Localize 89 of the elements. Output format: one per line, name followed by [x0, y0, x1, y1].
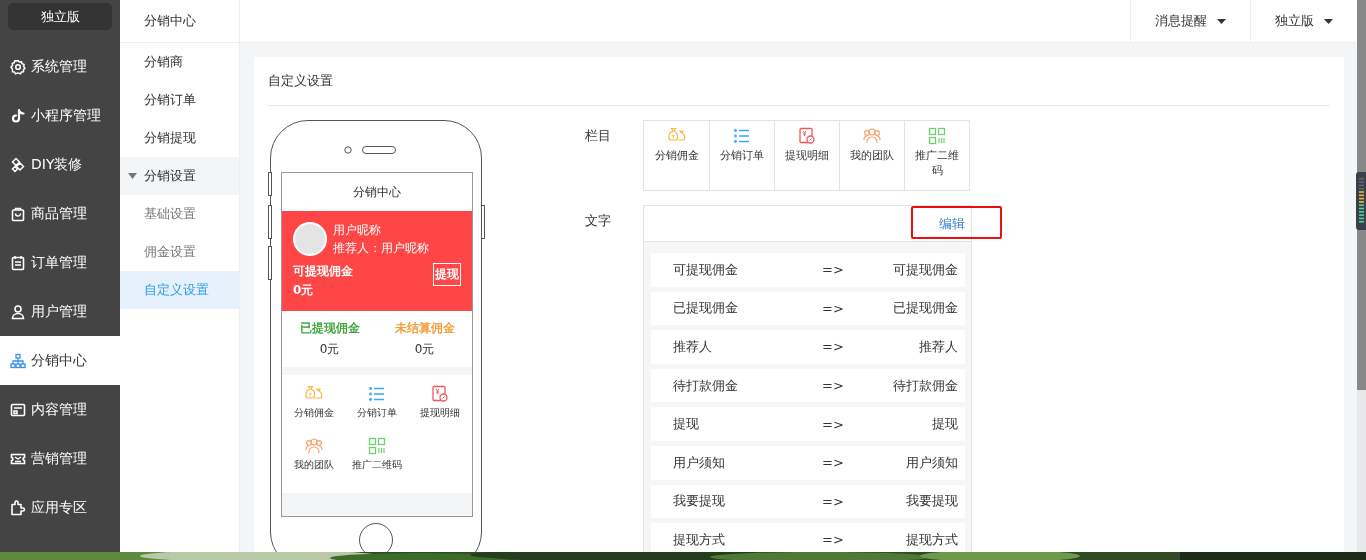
avatar [293, 222, 327, 256]
custom-text: 用户须知 [905, 453, 959, 472]
sidebar-item[interactable]: 商品管理 [0, 189, 120, 238]
original-text: 提现方式 [672, 530, 726, 549]
card-title: 自定义设置 [268, 57, 1330, 106]
screen-title: 分销中心 [282, 173, 472, 211]
custom-text: 推荐人 [918, 338, 959, 356]
submenu-item[interactable]: 基础设置 [120, 195, 239, 233]
sidebar-item[interactable]: 小程序管理 [0, 91, 120, 140]
original-text: 推荐人 [672, 338, 713, 356]
custom-text: 提现 [931, 415, 959, 434]
qr-code-icon [368, 437, 386, 455]
puzzle-icon [10, 499, 26, 516]
user-icon [10, 303, 26, 320]
org-chart-icon [10, 352, 26, 369]
camera-icon [344, 146, 352, 154]
submenu-item[interactable]: 分销提现 [120, 119, 239, 157]
custom-text: 已提现佣金 [892, 299, 959, 318]
field-label: 栏目 [585, 127, 612, 145]
gear-icon [10, 58, 26, 75]
sidebar-item[interactable]: DIY装修 [0, 140, 120, 189]
arrow-text: => [822, 455, 844, 471]
balance-label: 可提现佣金 [293, 263, 353, 280]
original-text: 用户须知 [672, 453, 726, 472]
menu-entry[interactable]: 分销订单 [345, 385, 409, 437]
arrow-text: => [822, 262, 844, 278]
sidebar-item[interactable]: 应用专区 [0, 483, 120, 532]
arrow-text: => [822, 532, 844, 548]
caret-icon [128, 173, 137, 179]
submenu-group[interactable]: 分销设置 [120, 157, 239, 195]
stat-value: 0元 [319, 341, 340, 358]
menu-entry[interactable]: 分销佣金 [282, 385, 346, 437]
column-entry[interactable]: 分销佣金 [644, 121, 709, 190]
arrow-text: => [822, 300, 844, 316]
nickname: 用户昵称 [333, 223, 381, 238]
custom-text: 我要提现 [905, 492, 959, 511]
sidebar-item[interactable]: 内容管理 [0, 385, 120, 434]
stat-label: 已提现佣金 [299, 320, 360, 337]
sidebar-item[interactable]: 分销中心 [0, 336, 120, 385]
team-icon [304, 437, 323, 455]
arrow-text: => [822, 416, 844, 432]
shopping-bag-icon [10, 205, 26, 222]
sidebar-item[interactable]: 营销管理 [0, 434, 120, 483]
sidebar-item[interactable]: 系统管理 [0, 42, 120, 91]
caret-icon [1324, 18, 1333, 24]
speaker-icon [362, 146, 396, 154]
team-icon [863, 127, 881, 145]
sidebar-item[interactable]: 用户管理 [0, 287, 120, 336]
stat-value: 0元 [414, 341, 435, 358]
column-entry[interactable]: 我的团队 [839, 121, 904, 190]
breadcrumb-title: 分销中心 [120, 0, 239, 43]
custom-text: 提现方式 [905, 530, 959, 549]
submenu-item[interactable]: 分销订单 [120, 81, 239, 119]
menu-entry[interactable]: 提现明细 [408, 385, 472, 437]
original-text: 可提现佣金 [672, 260, 739, 279]
diamond-grid-icon [10, 156, 26, 173]
qr-code-icon [928, 127, 946, 145]
original-text: 我要提现 [672, 492, 726, 511]
submenu-item[interactable]: 佣金设置 [120, 233, 239, 271]
sidebar-item[interactable]: 订单管理 [0, 238, 120, 287]
calendar-icon [10, 254, 26, 271]
receipt-icon [798, 127, 816, 145]
column-entry[interactable]: 推广二维码 [904, 121, 969, 190]
edition-button[interactable]: 独立版 [8, 3, 112, 30]
field-label: 文字 [585, 212, 612, 230]
submenu-item[interactable]: 分销商 [120, 43, 239, 81]
original-text: 已提现佣金 [672, 299, 739, 318]
menu-entry[interactable]: 推广二维码 [345, 437, 409, 489]
column-entry[interactable]: 提现明细 [774, 121, 839, 190]
list-icon [733, 127, 751, 145]
custom-text: 可提现佣金 [892, 260, 959, 279]
original-text: 待打款佣金 [672, 376, 739, 395]
list-icon [368, 385, 386, 403]
menu-entry[interactable]: 我的团队 [282, 437, 346, 489]
level-meter-icon [1356, 172, 1366, 230]
referrer-text: 推荐人：用户昵称 [333, 241, 429, 256]
arrow-text: => [822, 339, 844, 355]
arrow-text: => [822, 493, 844, 509]
column-entry[interactable]: 分销订单 [709, 121, 774, 190]
edit-link[interactable]: 编辑 [939, 214, 965, 233]
balance-value: 0元 [293, 282, 314, 299]
receipt-icon [431, 385, 450, 403]
caret-icon [1217, 18, 1226, 24]
original-text: 提现 [672, 415, 700, 434]
music-note-icon [10, 107, 26, 124]
panel-icon [10, 401, 26, 418]
arrow-text: => [822, 378, 844, 394]
stat-label: 未结算佣金 [394, 320, 455, 337]
custom-text: 待打款佣金 [892, 376, 959, 395]
